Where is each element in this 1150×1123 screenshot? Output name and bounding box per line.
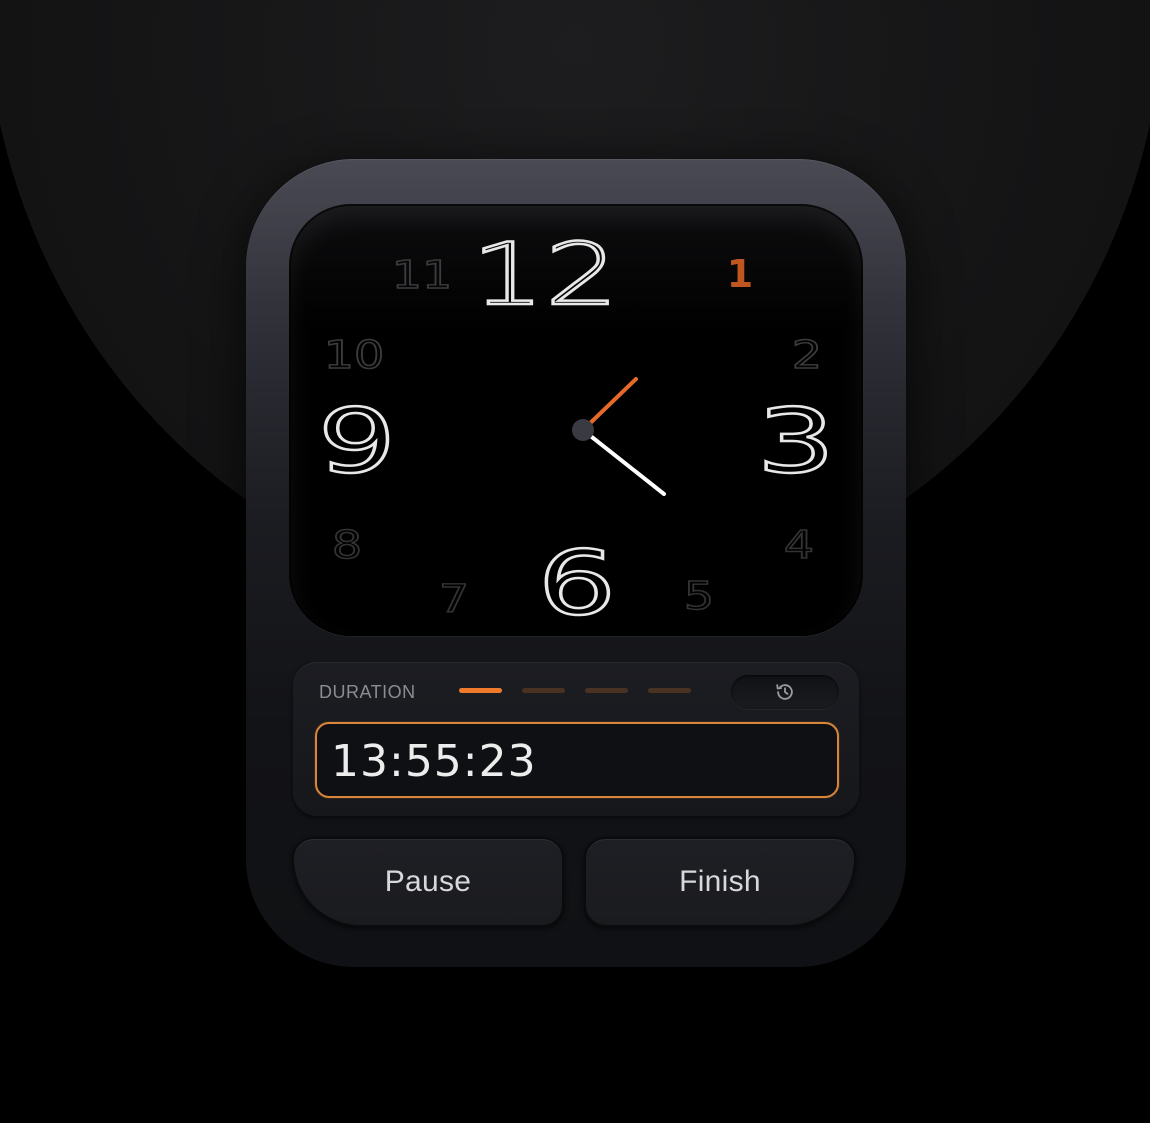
numeral-7: 7 bbox=[439, 578, 469, 622]
minute-hand bbox=[581, 428, 666, 496]
numeral-10: 10 bbox=[324, 334, 384, 378]
analog-clock: 12 1 2 3 4 5 6 7 8 9 10 11 bbox=[316, 223, 836, 636]
numeral-8: 8 bbox=[332, 524, 362, 568]
numeral-3: 3 bbox=[757, 391, 835, 493]
duration-time-field[interactable]: 13:55:23 bbox=[315, 722, 839, 798]
hour-hand bbox=[581, 377, 638, 432]
finish-button[interactable]: Finish bbox=[584, 837, 856, 927]
duration-step-indicator bbox=[459, 688, 691, 693]
numeral-2: 2 bbox=[792, 334, 822, 378]
step-segment bbox=[648, 688, 691, 693]
timer-widget: 12 1 2 3 4 5 6 7 8 9 10 11 DURATION 13:5… bbox=[246, 159, 906, 967]
numeral-5: 5 bbox=[684, 575, 714, 619]
step-segment bbox=[585, 688, 628, 693]
numeral-12: 12 bbox=[471, 225, 619, 325]
numeral-9: 9 bbox=[318, 391, 396, 493]
numeral-1: 1 bbox=[727, 252, 753, 296]
duration-time-value: 13:55:23 bbox=[331, 736, 537, 787]
history-button[interactable] bbox=[731, 675, 839, 709]
duration-panel: DURATION 13:55:23 bbox=[293, 662, 859, 816]
numeral-11: 11 bbox=[392, 254, 452, 298]
history-icon bbox=[776, 684, 793, 700]
numeral-4: 4 bbox=[784, 524, 814, 568]
step-segment-active bbox=[459, 688, 502, 693]
duration-label: DURATION bbox=[319, 682, 416, 702]
clock-center-pin bbox=[572, 419, 594, 441]
clock-face: 12 1 2 3 4 5 6 7 8 9 10 11 bbox=[289, 204, 863, 636]
step-segment bbox=[522, 688, 565, 693]
numeral-6: 6 bbox=[538, 533, 616, 635]
pause-button[interactable]: Pause bbox=[292, 837, 564, 927]
